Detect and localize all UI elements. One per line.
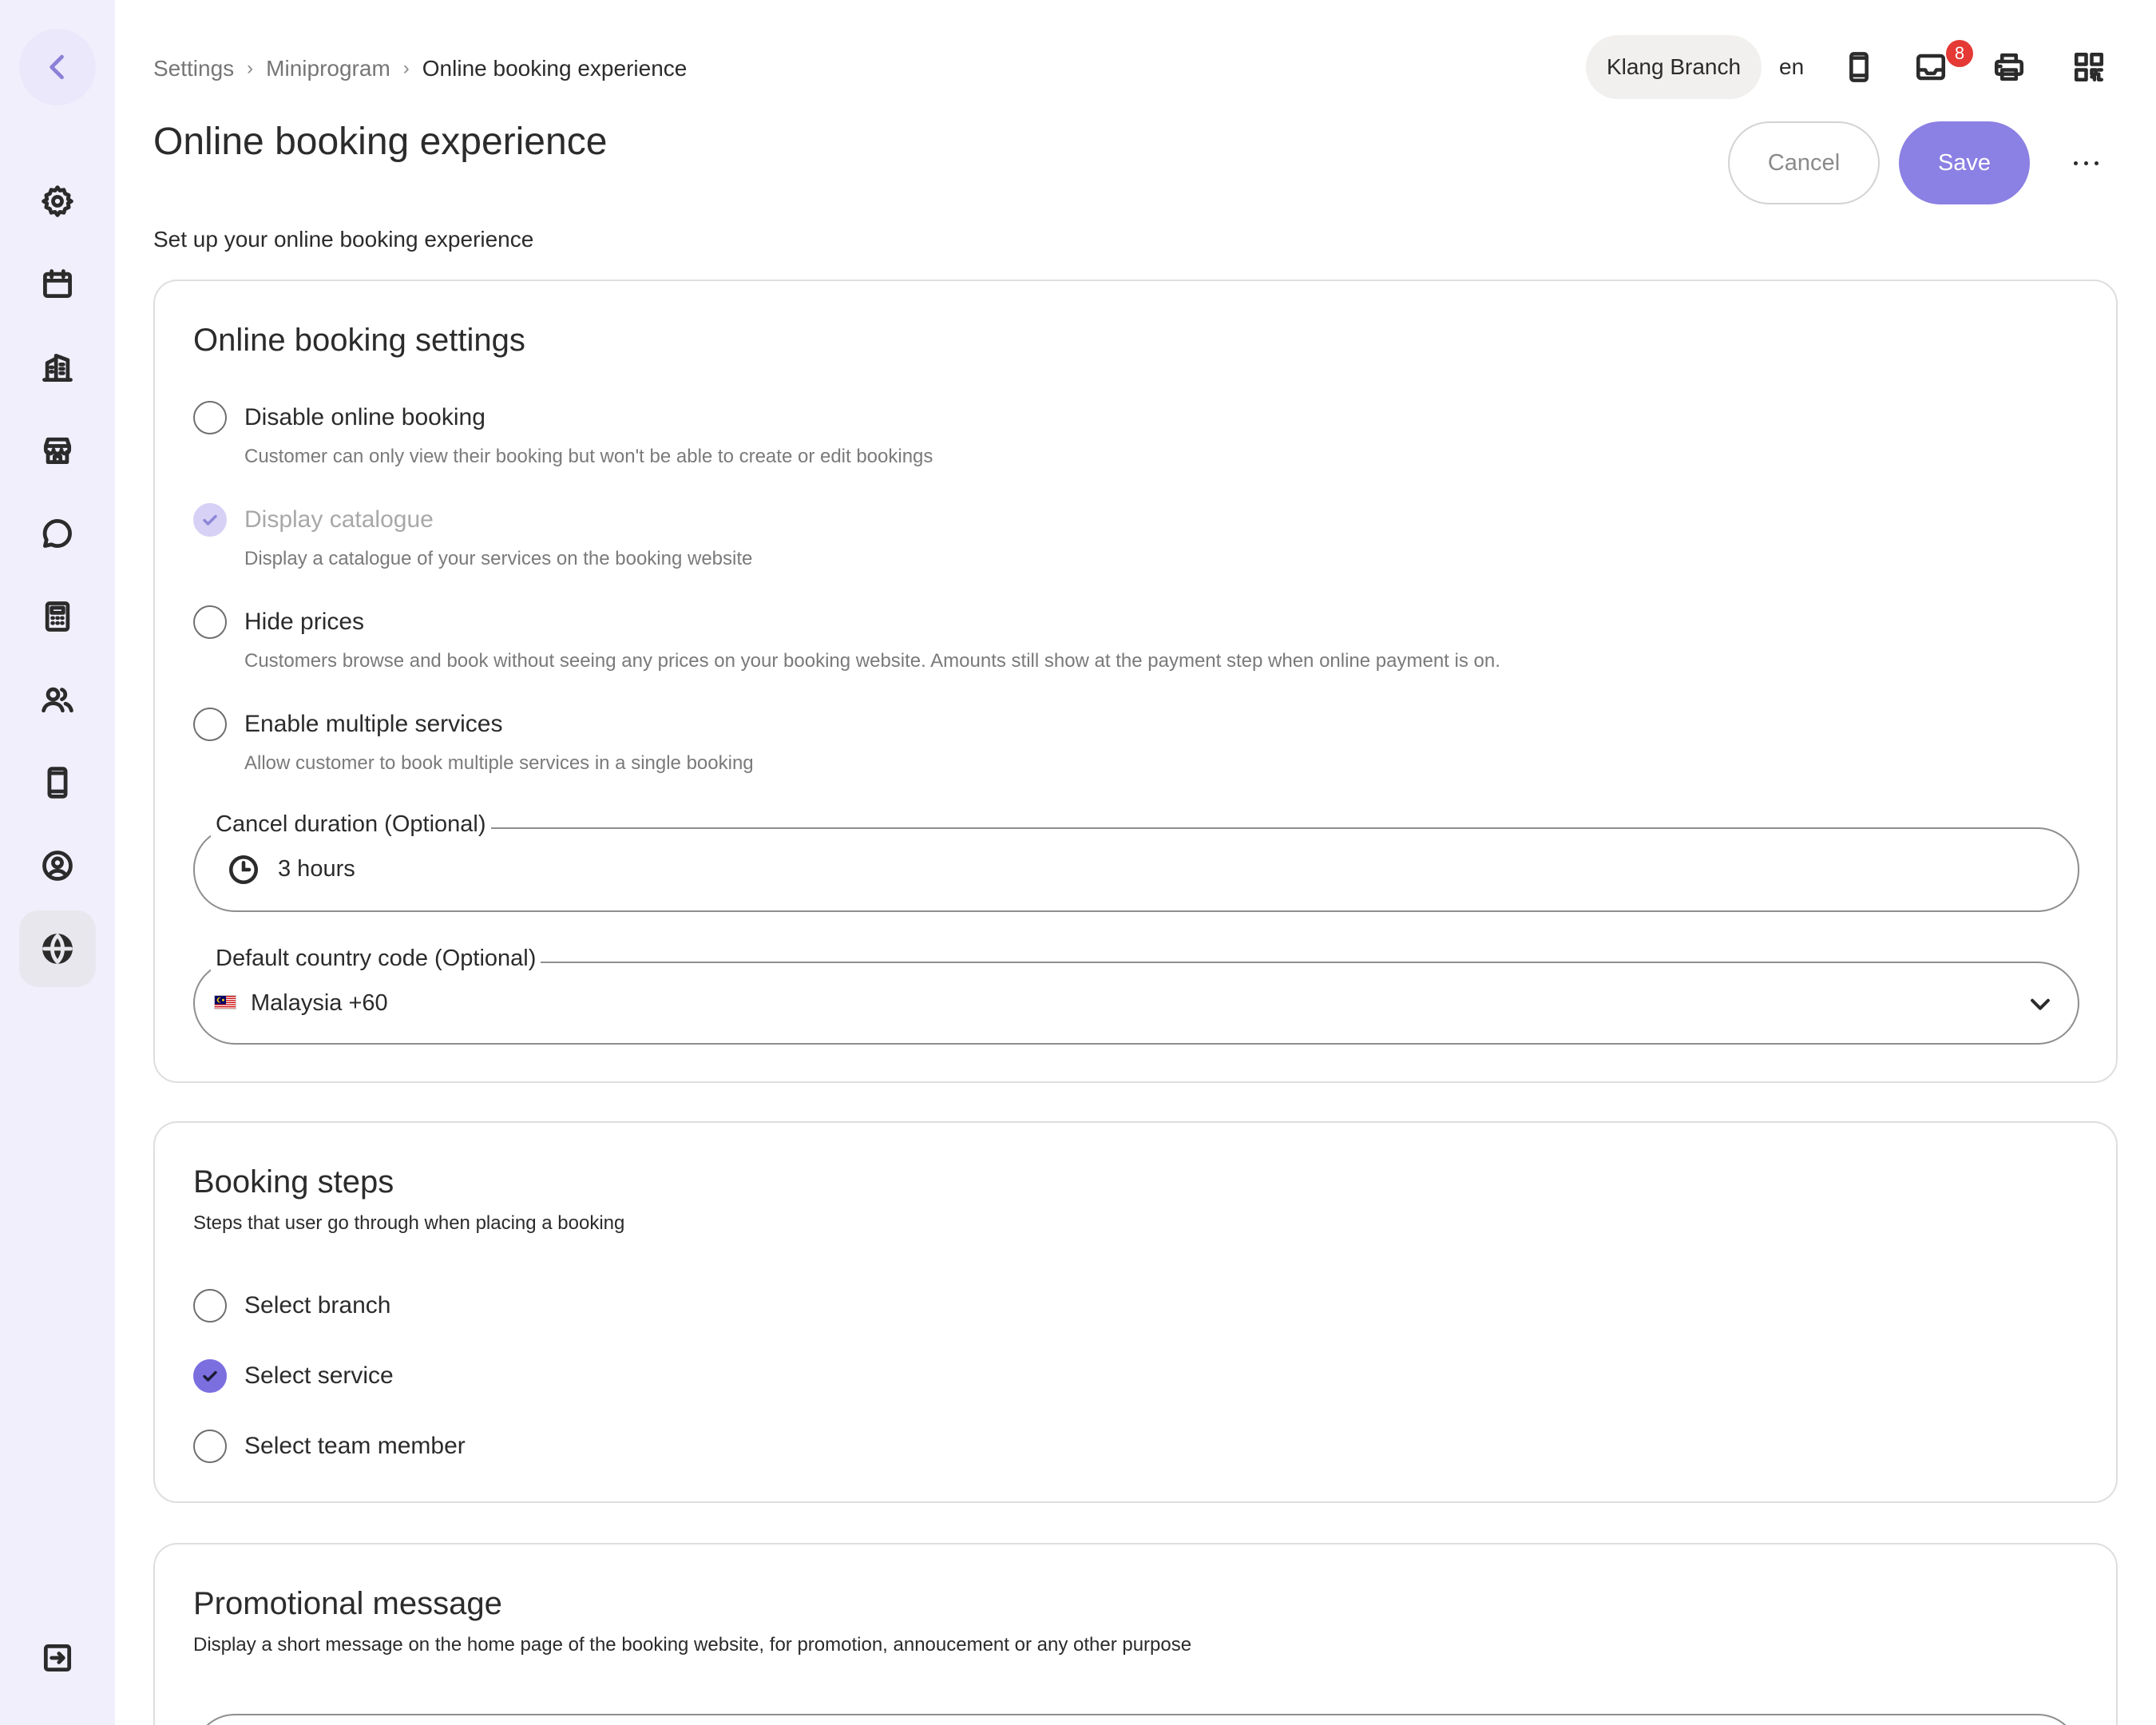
user-circle-icon: [42, 851, 73, 881]
save-button[interactable]: Save: [1899, 121, 2030, 204]
chat-icon: [42, 519, 72, 548]
settings-icon: [42, 185, 73, 217]
sidebar-item-account[interactable]: [19, 827, 96, 904]
cancel-duration-value: 3 hours: [278, 856, 355, 882]
sidebar-item-store[interactable]: [19, 412, 96, 489]
inbox-icon: [1916, 54, 1946, 81]
print-button[interactable]: [1990, 48, 2028, 86]
qr-code-icon: [2074, 52, 2104, 82]
more-dot-icon: [2083, 161, 2088, 165]
online-booking-settings-card: Online booking settings Disable online b…: [153, 280, 2118, 1083]
sidebar-item-customers[interactable]: [19, 661, 96, 738]
option-label: Disable online booking: [244, 404, 485, 430]
more-options-button[interactable]: [2063, 147, 2108, 179]
cancel-duration-field[interactable]: Cancel duration (Optional) 3 hours: [193, 811, 2079, 912]
clock-icon: [227, 853, 260, 886]
chevron-down-icon: [2027, 990, 2054, 1017]
phone-preview-button[interactable]: [1840, 48, 1878, 86]
country-code-select[interactable]: Default country code (Optional) Malaysia…: [193, 946, 2079, 1045]
page-subtitle: Set up your online booking experience: [153, 227, 534, 252]
select-branch-checkbox[interactable]: [193, 1289, 227, 1322]
back-icon: [50, 54, 64, 80]
select-service-checkbox[interactable]: [193, 1359, 227, 1393]
sidebar-item-calendar[interactable]: [19, 246, 96, 323]
sidebar-item-mobile[interactable]: [19, 744, 96, 821]
store-icon: [43, 437, 72, 465]
globe-icon: [42, 934, 73, 964]
display-catalogue-checkbox[interactable]: [193, 503, 227, 537]
enable-multiple-services-checkbox[interactable]: [193, 708, 227, 741]
more-dot-icon: [2094, 161, 2099, 165]
promotional-message-input[interactable]: [193, 1714, 2079, 1725]
hide-prices-checkbox[interactable]: [193, 605, 227, 639]
mobile-icon: [47, 767, 68, 799]
breadcrumb-settings[interactable]: Settings: [153, 56, 234, 81]
option-help: Customers browse and book without seeing…: [244, 650, 1500, 672]
more-dot-icon: [2073, 161, 2078, 165]
breadcrumb-separator: ›: [247, 58, 254, 79]
calculator-icon: [45, 601, 70, 632]
option-help: Allow customer to book multiple services…: [244, 752, 754, 774]
inbox-badge: 8: [1946, 40, 1973, 67]
promotional-message-card: Promotional message Display a short mess…: [153, 1543, 2118, 1725]
card-title: Promotional message: [193, 1586, 502, 1621]
breadcrumb-separator: ›: [402, 58, 410, 79]
sidebar-item-calculator[interactable]: [19, 578, 96, 655]
step-label: Select branch: [244, 1292, 391, 1319]
country-code-value: Malaysia +60: [251, 990, 388, 1016]
branch-selector[interactable]: Klang Branch: [1586, 35, 1762, 99]
card-description: Display a short message on the home page…: [193, 1634, 1192, 1656]
check-icon: [203, 514, 217, 525]
building-icon: [42, 353, 73, 382]
sidebar-item-settings[interactable]: [19, 163, 96, 240]
card-title: Booking steps: [193, 1164, 394, 1200]
phone-icon: [1849, 52, 1869, 82]
breadcrumb-current: Online booking experience: [422, 56, 688, 81]
option-label: Enable multiple services: [244, 711, 503, 737]
step-label: Select service: [244, 1362, 394, 1389]
back-button[interactable]: [19, 29, 96, 105]
cancel-button[interactable]: Cancel: [1728, 121, 1880, 204]
option-help: Customer can only view their booking but…: [244, 446, 933, 467]
option-label: Display catalogue: [244, 506, 434, 533]
inbox-button[interactable]: [1912, 48, 1950, 86]
breadcrumb-miniprogram[interactable]: Miniprogram: [266, 56, 390, 81]
option-help: Display a catalogue of your services on …: [244, 548, 753, 569]
qr-code-button[interactable]: [2070, 48, 2108, 86]
calendar-icon: [43, 269, 72, 299]
card-description: Steps that user go through when placing …: [193, 1212, 625, 1234]
step-label: Select team member: [244, 1433, 466, 1459]
language-selector[interactable]: en: [1779, 54, 1804, 80]
breadcrumb: Settings › Miniprogram › Online booking …: [153, 54, 687, 83]
malaysia-flag-icon: [214, 995, 236, 1009]
disable-online-booking-checkbox[interactable]: [193, 401, 227, 434]
select-team-member-checkbox[interactable]: [193, 1430, 227, 1463]
logout-icon: [43, 1644, 72, 1672]
field-label: Cancel duration (Optional): [211, 811, 491, 838]
sidebar-collapse-button[interactable]: [19, 1620, 96, 1696]
sidebar-item-messages[interactable]: [19, 495, 96, 572]
sidebar: [0, 0, 115, 1725]
check-icon: [203, 1370, 217, 1382]
field-label: Default country code (Optional): [211, 946, 541, 972]
sidebar-item-branches[interactable]: [19, 329, 96, 406]
card-title: Online booking settings: [193, 323, 525, 358]
users-icon: [42, 687, 73, 713]
sidebar-item-online-booking[interactable]: [19, 910, 96, 987]
option-label: Hide prices: [244, 609, 365, 635]
page-title: Online booking experience: [153, 121, 608, 163]
printer-icon: [1994, 53, 2024, 81]
booking-steps-card: Booking steps Steps that user go through…: [153, 1121, 2118, 1503]
